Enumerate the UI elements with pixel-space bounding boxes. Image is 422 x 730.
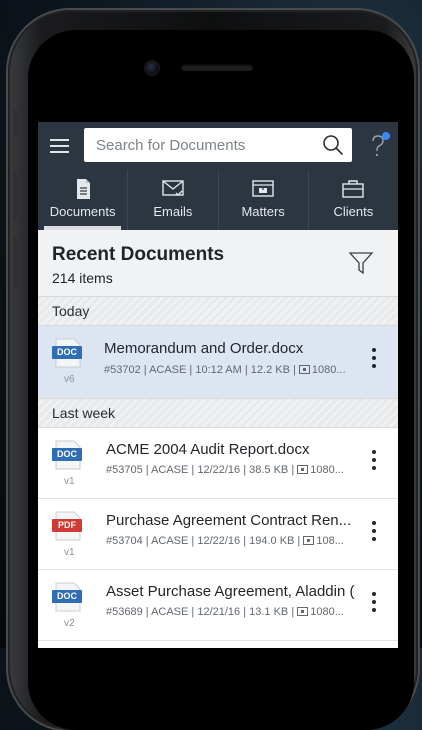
more-options-icon[interactable] [370, 348, 378, 374]
list-item[interactable]: PDF v1 Purchase Agreement Contract Ren..… [38, 499, 398, 570]
version-label: v1 [64, 547, 75, 558]
document-title: Asset Purchase Agreement, Aladdin ( [106, 583, 355, 600]
section-label: Today [52, 303, 90, 319]
resolution-icon [297, 607, 309, 616]
meta-text: #53705 | ACASE | 12/22/16 | 38.5 KB | [106, 464, 295, 476]
file-type-badge: DOC [52, 448, 82, 461]
meta-text: #53704 | ACASE | 12/22/16 | 194.0 KB | [106, 535, 301, 547]
tab-label: Documents [49, 204, 116, 219]
search-input[interactable]: Search for Documents [84, 128, 352, 162]
document-title: Purchase Agreement Contract Ren... [106, 512, 352, 529]
doc-file-icon: DOC [52, 440, 84, 470]
tab-clients[interactable]: Clients [307, 170, 398, 230]
item-count: 214 items [52, 270, 113, 286]
hamburger-menu-icon[interactable] [48, 134, 72, 158]
document-meta: #53705 | ACASE | 12/22/16 | 38.5 KB | 10… [106, 464, 364, 476]
more-options-icon[interactable] [370, 450, 378, 476]
resolution-icon [303, 536, 315, 545]
more-options-icon[interactable] [370, 592, 378, 618]
meta-tail: 108... [316, 535, 344, 547]
tab-label: Matters [241, 204, 285, 219]
document-meta: #53689 | ACASE | 12/21/16 | 13.1 KB | 10… [106, 606, 364, 618]
app-screen: Search for Documents Documents Emails Ma… [38, 122, 398, 648]
resolution-icon [298, 365, 310, 374]
document-meta: #53704 | ACASE | 12/22/16 | 194.0 KB | 1… [106, 535, 364, 547]
tab-emails[interactable]: Emails [127, 170, 217, 230]
meta-text: #53702 | ACASE | 10:12 AM | 12.2 KB | [104, 364, 296, 376]
resolution-icon [297, 465, 309, 474]
section-header-last-week: Last week [38, 398, 398, 428]
meta-text: #53689 | ACASE | 12/21/16 | 13.1 KB | [106, 606, 295, 618]
search-placeholder: Search for Documents [96, 137, 246, 154]
more-options-icon[interactable] [370, 521, 378, 547]
volume-up-button [13, 170, 17, 222]
mute-switch [13, 110, 17, 136]
list-item[interactable]: DOC v1 ACME 2004 Audit Report.docx #5370… [38, 428, 398, 499]
list-header: Recent Documents 214 items [38, 230, 398, 296]
tab-bar: Documents Emails Matters Clients [38, 170, 398, 230]
top-bar: Search for Documents [38, 122, 398, 170]
volume-down-button [13, 236, 17, 288]
notification-dot [382, 132, 390, 140]
tab-label: Clients [333, 204, 374, 219]
list-item[interactable]: DOC v6 Memorandum and Order.docx #53702 … [38, 326, 398, 399]
tab-documents[interactable]: Documents [38, 170, 127, 230]
file-type-badge: DOC [52, 346, 82, 359]
earpiece-speaker [181, 64, 253, 71]
section-header-today: Today [38, 296, 398, 326]
tab-label: Emails [153, 204, 193, 219]
version-label: v2 [64, 618, 75, 629]
section-label: Last week [52, 405, 116, 421]
doc-file-icon: DOC [52, 338, 84, 368]
meta-tail: 1080... [310, 464, 344, 476]
page-title: Recent Documents [52, 244, 225, 265]
filter-icon[interactable] [348, 250, 374, 276]
doc-file-icon: DOC [52, 582, 84, 612]
search-icon[interactable] [322, 134, 344, 156]
file-type-badge: DOC [52, 590, 82, 603]
envelope-icon [162, 180, 184, 196]
version-label: v6 [64, 374, 75, 385]
document-meta: #53702 | ACASE | 10:12 AM | 12.2 KB | 10… [104, 364, 362, 376]
file-type-badge: PDF [52, 519, 82, 532]
meta-tail: 1080... [310, 606, 344, 618]
document-title: Memorandum and Order.docx [104, 340, 304, 357]
pdf-file-icon: PDF [52, 511, 84, 541]
meta-tail: 1080... [311, 364, 346, 376]
tab-matters[interactable]: Matters [217, 170, 308, 230]
list-item[interactable]: DOC v2 Asset Purchase Agreement, Aladdin… [38, 570, 398, 641]
front-camera [146, 62, 158, 74]
version-label: v1 [64, 476, 75, 487]
folder-icon [252, 180, 274, 197]
document-icon [76, 179, 90, 199]
briefcase-icon [342, 180, 365, 198]
document-title: ACME 2004 Audit Report.docx [106, 441, 310, 458]
